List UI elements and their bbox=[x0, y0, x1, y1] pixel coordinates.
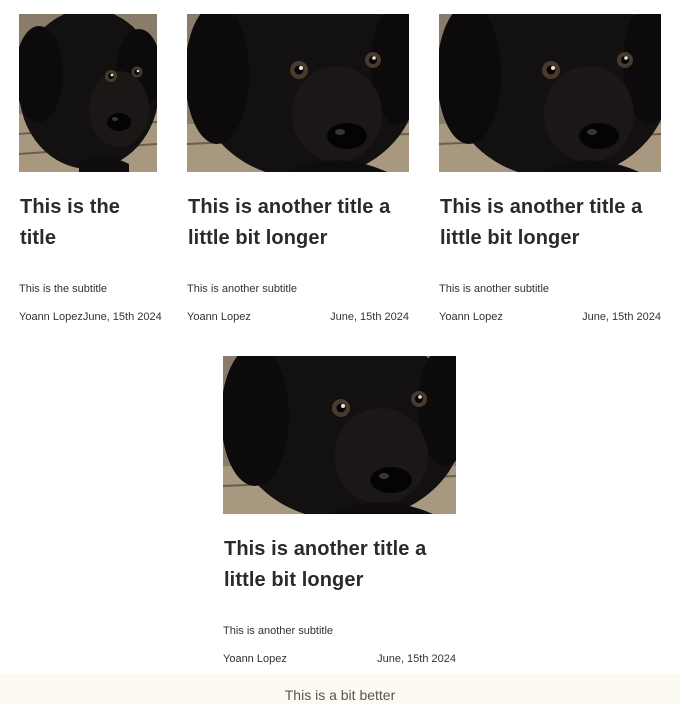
article-card[interactable]: This is another title a little bit longe… bbox=[439, 14, 661, 323]
card-image[interactable] bbox=[439, 14, 661, 172]
card-title[interactable]: This is another title a little bit longe… bbox=[188, 192, 410, 254]
card-author: Yoann Lopez bbox=[439, 311, 503, 323]
dog-photo bbox=[439, 14, 661, 172]
article-card[interactable]: This is another title a little bit longe… bbox=[223, 356, 456, 665]
page: This is the title This is the subtitle Y… bbox=[0, 0, 680, 704]
card-title[interactable]: This is another title a little bit longe… bbox=[224, 534, 457, 596]
card-date: June, 15th 2024 bbox=[82, 311, 162, 323]
article-card[interactable]: This is the title This is the subtitle Y… bbox=[19, 14, 162, 323]
card-image[interactable] bbox=[19, 14, 157, 172]
footer-text: This is a bit better bbox=[284, 687, 396, 703]
card-meta: Yoann Lopez June, 15th 2024 bbox=[19, 311, 162, 323]
dog-photo bbox=[187, 14, 409, 172]
card-title[interactable]: This is the title bbox=[20, 192, 158, 254]
footer-banner: This is a bit better bbox=[0, 674, 680, 704]
card-subtitle: This is another subtitle bbox=[187, 283, 298, 295]
card-date: June, 15th 2024 bbox=[582, 311, 661, 323]
card-meta: Yoann Lopez June, 15th 2024 bbox=[187, 311, 409, 323]
card-meta: Yoann Lopez June, 15th 2024 bbox=[439, 311, 661, 323]
card-meta: Yoann Lopez June, 15th 2024 bbox=[223, 653, 456, 665]
card-author: Yoann Lopez bbox=[223, 653, 287, 665]
card-date: June, 15th 2024 bbox=[377, 653, 456, 665]
card-author: Yoann Lopez bbox=[19, 311, 83, 323]
card-title[interactable]: This is another title a little bit longe… bbox=[440, 192, 662, 254]
card-date: June, 15th 2024 bbox=[330, 311, 409, 323]
dog-photo bbox=[19, 14, 157, 172]
card-author: Yoann Lopez bbox=[187, 311, 251, 323]
card-subtitle: This is the subtitle bbox=[19, 283, 108, 295]
card-image[interactable] bbox=[223, 356, 456, 514]
dog-photo bbox=[223, 356, 456, 514]
card-image[interactable] bbox=[187, 14, 409, 172]
article-card[interactable]: This is another title a little bit longe… bbox=[187, 14, 409, 323]
card-subtitle: This is another subtitle bbox=[439, 283, 550, 295]
card-subtitle: This is another subtitle bbox=[223, 625, 334, 637]
